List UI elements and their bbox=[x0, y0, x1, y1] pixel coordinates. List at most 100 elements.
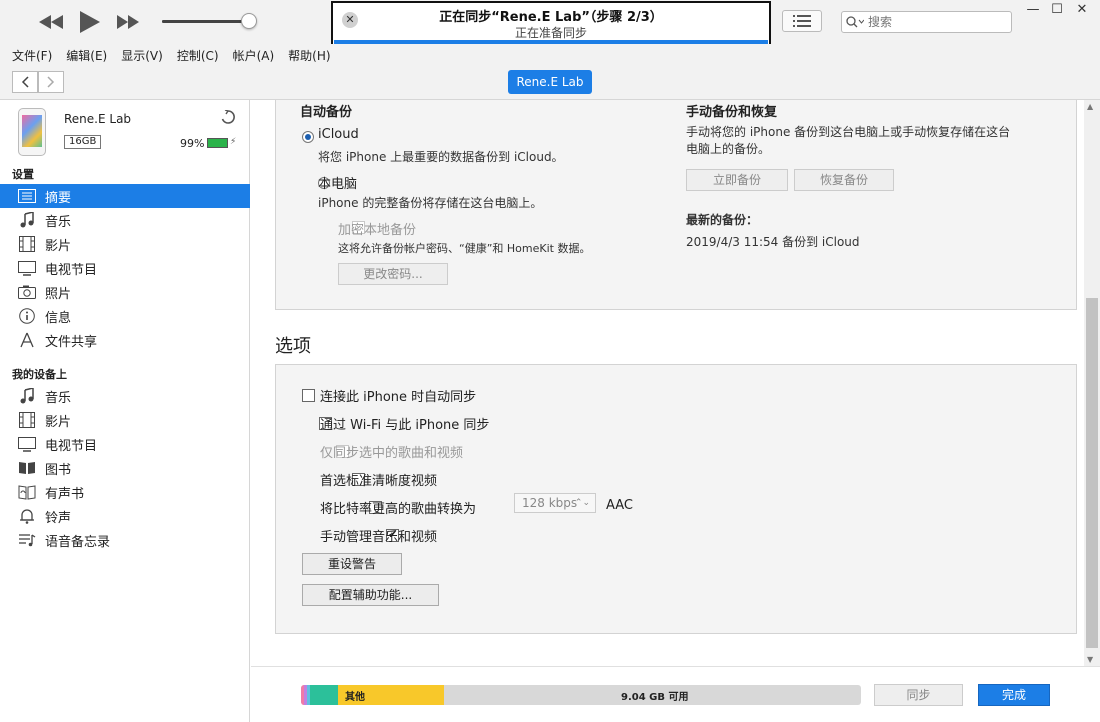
status-display: ✕ 正在同步“Rene.E Lab”（步骤 2/3） 正在准备同步 bbox=[331, 1, 771, 48]
sidebar-item-label: 信息 bbox=[45, 310, 72, 326]
sync-button[interactable]: 同步 bbox=[874, 684, 963, 706]
search-input[interactable] bbox=[868, 15, 998, 29]
sidebar-item-ondevice_items-2[interactable]: 电视节目 bbox=[0, 432, 250, 456]
summary-content: 自动备份 iCloud 将您 iPhone 上最重要的数据备份到 iCloud。… bbox=[251, 100, 1084, 666]
up-next-button[interactable] bbox=[782, 10, 822, 32]
sidebar-item-ondevice_items-3[interactable]: 图书 bbox=[0, 456, 250, 480]
sidebar-item-label: 电视节目 bbox=[45, 438, 98, 454]
sidebar-item-settings_items-0[interactable]: 摘要 bbox=[0, 184, 250, 208]
settings-header: 设置 bbox=[12, 168, 34, 181]
audiobook-icon bbox=[17, 483, 37, 501]
rewind-icon bbox=[39, 15, 63, 29]
bitrate-format: AAC bbox=[606, 498, 633, 513]
search-icon bbox=[846, 16, 864, 28]
sidebar-item-settings_items-2[interactable]: 影片 bbox=[0, 232, 250, 256]
encrypt-backup-description: 这将允许备份帐户密码、“健康”和 HomeKit 数据。 bbox=[338, 242, 591, 255]
maximize-button[interactable]: ☐ bbox=[1046, 2, 1068, 18]
menu-edit[interactable]: 编辑(E) bbox=[66, 47, 107, 64]
scroll-down-icon[interactable]: ▼ bbox=[1087, 655, 1093, 664]
scroll-up-icon[interactable]: ▲ bbox=[1087, 102, 1093, 111]
back-button[interactable] bbox=[12, 71, 38, 93]
options-panel: 连接此 iPhone 时自动同步 通过 Wi-Fi 与此 iPhone 同步 仅… bbox=[275, 364, 1077, 634]
menu-file[interactable]: 文件(F) bbox=[12, 47, 52, 64]
navigation-row: Rene.E Lab bbox=[0, 66, 1100, 100]
sidebar-item-ondevice_items-1[interactable]: 影片 bbox=[0, 408, 250, 432]
sidebar-item-label: 铃声 bbox=[45, 510, 72, 526]
sidebar-item-settings_items-1[interactable]: 音乐 bbox=[0, 208, 250, 232]
menu-view[interactable]: 显示(V) bbox=[121, 47, 163, 64]
icloud-description: 将您 iPhone 上最重要的数据备份到 iCloud。 bbox=[318, 150, 564, 164]
this-computer-label: 本电脑 bbox=[318, 177, 358, 192]
sync-status-subtitle: 正在准备同步 bbox=[514, 26, 587, 40]
sidebar-item-settings_items-5[interactable]: 信息 bbox=[0, 304, 250, 328]
music-note-icon bbox=[17, 211, 37, 229]
storage-labels: 其他 9.04 GB 可用 bbox=[301, 685, 861, 705]
sidebar-item-label: 影片 bbox=[45, 238, 72, 254]
backup-now-button[interactable]: 立即备份 bbox=[686, 169, 788, 191]
sidebar-item-settings_items-6[interactable]: 文件共享 bbox=[0, 328, 250, 352]
rewind-button[interactable] bbox=[38, 10, 64, 34]
device-name: Rene.E Lab bbox=[64, 112, 132, 126]
minimize-button[interactable]: — bbox=[1022, 2, 1044, 18]
chevron-right-icon bbox=[47, 76, 55, 88]
sidebar-item-label: 电视节目 bbox=[45, 262, 98, 278]
bitrate-select[interactable]: 128 kbps ⌃⌄ bbox=[514, 493, 596, 513]
done-button[interactable]: 完成 bbox=[978, 684, 1050, 706]
encrypt-backup-label: 加密本地备份 bbox=[338, 223, 417, 238]
icloud-label: iCloud bbox=[318, 127, 359, 142]
prefer-sd-label: 首选标准清晰度视频 bbox=[320, 474, 438, 489]
vertical-scrollbar[interactable]: ▲ ▼ bbox=[1084, 100, 1100, 666]
sidebar-item-label: 影片 bbox=[45, 414, 72, 430]
forward-button[interactable] bbox=[38, 71, 64, 93]
storage-free-label: 9.04 GB 可用 bbox=[621, 692, 689, 703]
menu-help[interactable]: 帮助(H) bbox=[288, 47, 330, 64]
volume-fill bbox=[162, 20, 250, 23]
close-button[interactable]: ✕ bbox=[1071, 2, 1093, 18]
on-device-header: 我的设备上 bbox=[12, 368, 67, 381]
scroll-thumb[interactable] bbox=[1086, 298, 1098, 648]
sidebar-item-ondevice_items-5[interactable]: 铃声 bbox=[0, 504, 250, 528]
icloud-radio[interactable] bbox=[302, 131, 314, 143]
reset-warnings-button[interactable]: 重设警告 bbox=[302, 553, 402, 575]
bitrate-value: 128 kbps bbox=[522, 496, 578, 510]
device-button[interactable]: Rene.E Lab bbox=[508, 70, 592, 94]
menu-controls[interactable]: 控制(C) bbox=[177, 47, 219, 64]
change-password-button[interactable]: 更改密码... bbox=[338, 263, 448, 285]
camera-icon bbox=[17, 283, 37, 301]
checked-only-label: 仅同步选中的歌曲和视频 bbox=[320, 446, 464, 461]
restore-backup-button[interactable]: 恢复备份 bbox=[794, 169, 894, 191]
fast-forward-button[interactable] bbox=[116, 10, 140, 34]
auto-sync-checkbox[interactable] bbox=[302, 389, 315, 402]
play-button[interactable] bbox=[78, 10, 102, 34]
volume-knob[interactable] bbox=[241, 13, 258, 29]
summary-icon bbox=[17, 187, 37, 205]
bottom-bar: 其他 9.04 GB 可用 同步 完成 bbox=[251, 666, 1100, 722]
film-icon bbox=[17, 235, 37, 253]
sidebar-item-settings_items-4[interactable]: 照片 bbox=[0, 280, 250, 304]
manual-backup-desc-line2: 电脑上的备份。 bbox=[686, 142, 771, 156]
music-note-icon bbox=[17, 387, 37, 405]
sidebar-item-label: 有声书 bbox=[45, 486, 85, 502]
chevron-left-icon bbox=[21, 76, 29, 88]
search-box[interactable] bbox=[841, 11, 1012, 33]
sidebar-item-ondevice_items-4[interactable]: 有声书 bbox=[0, 480, 250, 504]
sidebar-item-label: 语音备忘录 bbox=[45, 534, 111, 550]
sidebar-item-label: 照片 bbox=[45, 286, 72, 302]
play-icon bbox=[80, 11, 100, 33]
auto-sync-label: 连接此 iPhone 时自动同步 bbox=[320, 390, 477, 405]
sidebar-item-settings_items-3[interactable]: 电视节目 bbox=[0, 256, 250, 280]
iphone-icon bbox=[18, 108, 46, 156]
charging-icon: ⚡ bbox=[230, 137, 237, 147]
film-icon bbox=[17, 411, 37, 429]
battery-fill bbox=[208, 139, 227, 147]
configure-accessibility-button[interactable]: 配置辅助功能... bbox=[302, 584, 439, 606]
manual-backup-desc-line1: 手动将您的 iPhone 备份到这台电脑上或手动恢复存储在这台 bbox=[686, 125, 1011, 139]
menu-bar: 文件(F) 编辑(E) 显示(V) 控制(C) 帐户(A) 帮助(H) bbox=[0, 44, 1100, 66]
sidebar-item-ondevice_items-6[interactable]: 语音备忘录 bbox=[0, 528, 250, 552]
latest-backup-value: 2019/4/3 11:54 备份到 iCloud bbox=[686, 235, 860, 249]
sidebar-item-ondevice_items-0[interactable]: 音乐 bbox=[0, 384, 250, 408]
list-icon bbox=[793, 15, 811, 27]
stepper-arrows-icon: ⌃⌄ bbox=[574, 498, 590, 508]
menu-account[interactable]: 帐户(A) bbox=[233, 47, 275, 64]
manual-manage-label: 手动管理音乐和视频 bbox=[320, 530, 438, 545]
